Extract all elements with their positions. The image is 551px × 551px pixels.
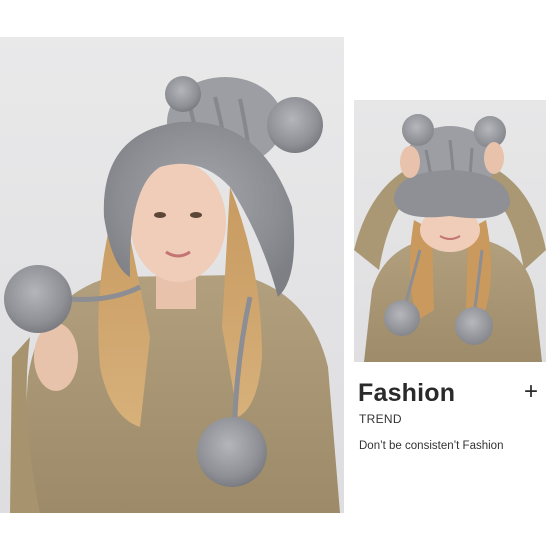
main-photo-illustration (4, 76, 340, 513)
main-product-photo (0, 37, 344, 513)
caption-subtitle: TREND (359, 412, 402, 426)
caption-tagline: Don’t be consisten’t Fashion (359, 440, 504, 452)
secondary-product-photo (354, 100, 546, 362)
caption-title: Fashion (358, 379, 456, 407)
expand-button[interactable]: + (519, 378, 543, 405)
plus-icon: + (523, 378, 538, 405)
secondary-photo-illustration (354, 114, 546, 362)
